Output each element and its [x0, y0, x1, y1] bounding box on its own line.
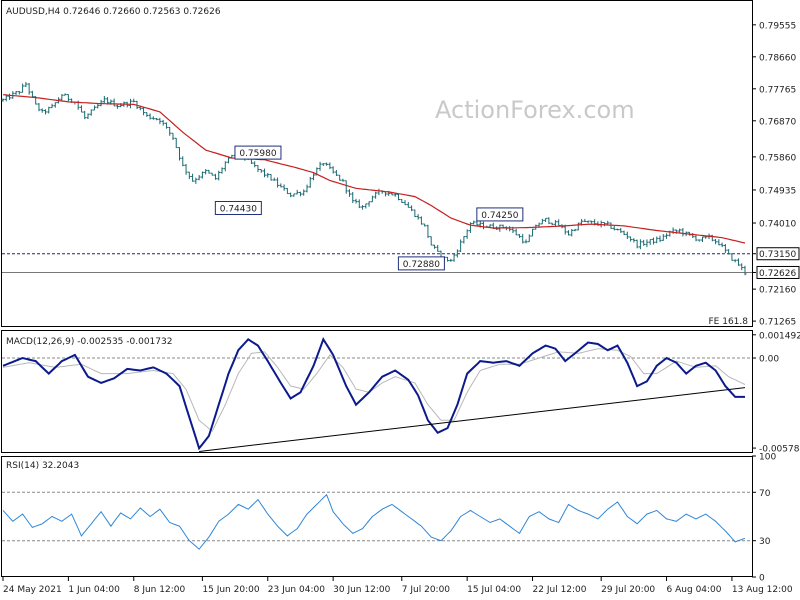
fe-label: FE 161.8 — [709, 317, 749, 327]
time-axis: 24 May 2021 1 Jun 04:00 8 Jun 12:00 15 Jun … — [2, 577, 793, 595]
time-tick-label: 1 Jun 04:00 — [68, 585, 120, 595]
annotation-label: 0.72880 — [403, 260, 440, 270]
axis-tick-label: 0.73150 — [759, 250, 796, 260]
axis-tick-label: 0.001492 — [759, 331, 800, 341]
price-axis: 0.79555 0.78660 0.77765 0.76870 0.75860 0.749… — [752, 21, 800, 328]
time-tick-label: 15 Jul 04:00 — [467, 585, 521, 595]
axis-tick-label: 0.72160 — [759, 286, 796, 296]
axis-tick-label: 0 — [759, 574, 765, 584]
axis-tick-label: 0.74010 — [759, 220, 796, 230]
rsi-header: RSI(14) 32.2043 — [6, 461, 79, 471]
forex-chart: ActionForex.com 0.75980 0.74430 0.72880 0.7… — [1, 0, 800, 595]
price-annotation: 0.74250 — [476, 207, 524, 222]
rsi-panel: RSI(14) 32.2043 — [1, 456, 753, 577]
price-annotation: 0.75980 — [234, 145, 282, 160]
macd-panel: MACD(12,26,9) -0.002535 -0.001732 — [1, 330, 753, 453]
time-tick-label: 15 Jun 20:00 — [202, 585, 259, 595]
axis-tick-label: 0.72626 — [759, 269, 796, 279]
time-tick-label: 23 Jun 04:00 — [268, 585, 325, 595]
axis-tick-label: 30 — [759, 537, 771, 547]
time-tick-label: 8 Jun 12:00 — [134, 585, 186, 595]
axis-tick-label: 0.74935 — [759, 186, 796, 196]
rsi-axis: 100 70 30 0 — [752, 453, 776, 584]
main-price-panel: ActionForex.com 0.75980 0.74430 0.72880 0.7… — [1, 0, 753, 327]
time-tick-label: 6 Aug 04:00 — [667, 585, 722, 595]
macd-header: MACD(12,26,9) -0.002535 -0.001732 — [6, 337, 172, 347]
axis-tick-label: 0.75860 — [759, 153, 796, 163]
axis-tick-label: 0.76870 — [759, 117, 796, 127]
time-tick-label: 22 Jul 12:00 — [533, 585, 587, 595]
axis-tick-label: 0.71265 — [759, 318, 796, 328]
price-annotation: 0.74430 — [214, 200, 262, 215]
time-tick-label: 24 May 2021 — [3, 585, 62, 595]
axis-tick-label: 0.00 — [759, 355, 779, 365]
time-tick-label: 29 Jul 20:00 — [601, 585, 655, 595]
annotation-label: 0.74430 — [220, 204, 257, 214]
axis-tick-label: 100 — [759, 453, 776, 463]
axis-tick-label: 70 — [759, 489, 771, 499]
axis-tick-label: 0.78660 — [759, 53, 796, 63]
time-tick-label: 7 Jul 20:00 — [402, 585, 451, 595]
annotation-label: 0.75980 — [239, 149, 276, 159]
price-annotation: 0.72880 — [397, 256, 445, 271]
time-tick-label: 13 Aug 12:00 — [732, 585, 793, 595]
axis-tick-label: 0.79555 — [759, 21, 796, 31]
macd-axis: 0.0014920.00-0.005784 — [752, 331, 800, 455]
annotation-label: 0.74250 — [481, 211, 518, 221]
price-header: AUDUSD,H4 0.72646 0.72660 0.72563 0.7262… — [6, 7, 221, 17]
axis-tick-label: 0.77765 — [759, 85, 796, 95]
watermark: ActionForex.com — [435, 96, 635, 124]
time-tick-label: 30 Jun 12:00 — [333, 585, 390, 595]
